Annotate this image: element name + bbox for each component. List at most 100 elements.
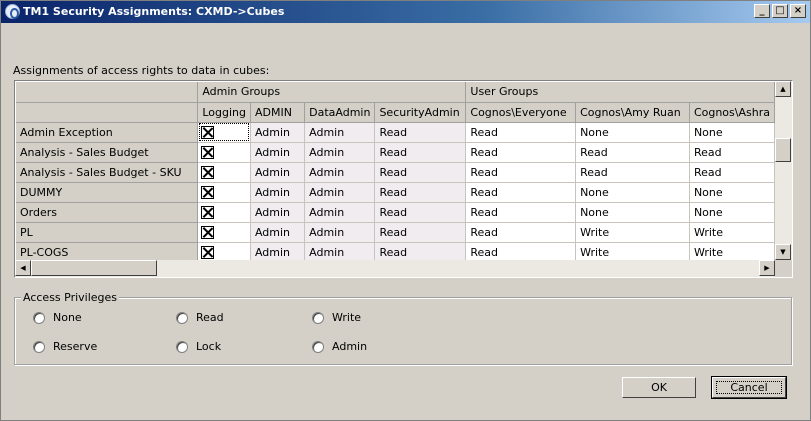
grid-cell[interactable]: Admin — [304, 222, 376, 243]
cancel-button[interactable]: Cancel — [711, 376, 787, 399]
grid-cell[interactable]: Read — [465, 242, 577, 260]
user-groups-header: User Groups — [465, 82, 775, 103]
grid-cell[interactable]: Read — [465, 182, 577, 203]
maximize-button[interactable]: □ — [772, 4, 788, 18]
column-header[interactable]: SecurityAdmin — [374, 102, 467, 123]
logging-cell[interactable] — [197, 202, 251, 223]
row-header[interactable]: Analysis - Sales Budget — [16, 142, 199, 163]
scroll-left-icon[interactable]: ◀ — [15, 260, 31, 276]
grid-cell[interactable]: None — [575, 122, 690, 143]
column-header[interactable]: Cognos\Everyone — [465, 102, 577, 123]
horizontal-scrollbar[interactable]: ◀ ▶ — [15, 260, 775, 277]
row-header[interactable]: PL — [16, 222, 199, 243]
row-header[interactable]: Orders — [16, 202, 199, 223]
access-privileges-group — [14, 297, 792, 365]
assignments-grid[interactable]: Admin Groups User Groups Logging ADMIN Dat… — [14, 80, 793, 278]
grid-cell[interactable]: Admin — [304, 202, 376, 223]
tm1-app-icon — [5, 4, 20, 19]
grid-cell[interactable]: Read — [689, 162, 775, 183]
radio-dot-icon — [312, 311, 324, 324]
title-bar[interactable]: TM1 Security Assignments: CXMD->Cubes _ … — [1, 1, 810, 23]
admin-groups-header: Admin Groups — [197, 82, 467, 103]
grid-cell[interactable]: Admin — [250, 182, 306, 203]
close-button[interactable]: × — [790, 4, 806, 18]
grid-cell[interactable]: Read — [374, 162, 467, 183]
column-header[interactable]: DataAdmin — [304, 102, 376, 123]
grid-cell[interactable]: Admin — [250, 142, 306, 163]
grid-cell[interactable]: Read — [374, 182, 467, 203]
scroll-up-icon[interactable]: ▲ — [775, 81, 791, 97]
column-header[interactable]: Cognos\Amy Ruan — [575, 102, 690, 123]
grid-cell[interactable]: Read — [689, 142, 775, 163]
grid-cell[interactable]: Read — [575, 162, 690, 183]
grid-cell[interactable]: Admin — [250, 242, 306, 260]
ok-button[interactable]: OK — [622, 377, 696, 398]
grid-cell[interactable]: None — [575, 202, 690, 223]
grid-cell[interactable]: Admin — [250, 162, 306, 183]
grid-cell[interactable]: Write — [575, 242, 690, 260]
row-header[interactable]: Admin Exception — [16, 122, 199, 143]
grid-cell[interactable]: Admin — [304, 122, 376, 143]
logging-checkbox-icon[interactable] — [201, 145, 215, 159]
scroll-down-icon[interactable]: ▼ — [775, 244, 791, 260]
radio-reserve[interactable]: Reserve — [33, 340, 97, 353]
grid-cell[interactable]: None — [689, 182, 775, 203]
vertical-scrollbar[interactable]: ▲ ▼ — [775, 81, 792, 260]
radio-lock[interactable]: Lock — [176, 340, 221, 353]
radio-write[interactable]: Write — [312, 311, 361, 324]
grid-cell[interactable]: Admin — [250, 202, 306, 223]
grid-cell[interactable]: Admin — [304, 242, 376, 260]
grid-cell[interactable]: Read — [374, 122, 467, 143]
grid-cell[interactable]: Admin — [304, 142, 376, 163]
logging-cell[interactable] — [197, 222, 251, 243]
logging-checkbox-icon[interactable] — [201, 245, 215, 259]
grid-cell[interactable]: Write — [689, 222, 775, 243]
grid-cell[interactable]: Admin — [250, 122, 306, 143]
column-header[interactable]: Logging — [197, 102, 251, 123]
logging-checkbox-icon[interactable] — [201, 165, 215, 179]
row-header[interactable]: DUMMY — [16, 182, 199, 203]
grid-cell[interactable]: Read — [465, 222, 577, 243]
scroll-right-icon[interactable]: ▶ — [759, 260, 775, 276]
grid-cell[interactable]: None — [689, 122, 775, 143]
logging-checkbox-icon[interactable] — [201, 225, 215, 239]
grid-cell[interactable]: Read — [374, 222, 467, 243]
radio-read[interactable]: Read — [176, 311, 224, 324]
grid-cell[interactable]: Admin — [304, 182, 376, 203]
grid-cell[interactable]: Read — [374, 142, 467, 163]
logging-cell[interactable] — [197, 182, 251, 203]
grid-cell[interactable]: Admin — [250, 222, 306, 243]
grid-cell[interactable]: Write — [689, 242, 775, 260]
window-title: TM1 Security Assignments: CXMD->Cubes — [23, 5, 285, 18]
grid-cell[interactable]: Admin — [304, 162, 376, 183]
radio-dot-icon — [176, 311, 188, 324]
minimize-button[interactable]: _ — [754, 4, 770, 18]
scrollbar-corner — [775, 260, 792, 277]
logging-cell[interactable] — [197, 242, 251, 260]
logging-checkbox-icon[interactable] — [201, 125, 215, 139]
logging-checkbox-icon[interactable] — [201, 185, 215, 199]
logging-cell[interactable] — [197, 122, 251, 143]
vertical-scroll-thumb[interactable] — [775, 138, 791, 162]
radio-admin[interactable]: Admin — [312, 340, 367, 353]
grid-cell[interactable]: Read — [374, 202, 467, 223]
logging-checkbox-icon[interactable] — [201, 205, 215, 219]
column-header[interactable]: Cognos\Ashra — [689, 102, 775, 123]
grid-cell[interactable]: Read — [465, 122, 577, 143]
grid-cell[interactable]: None — [689, 202, 775, 223]
horizontal-scroll-thumb[interactable] — [31, 260, 157, 276]
grid-cell[interactable]: None — [575, 182, 690, 203]
row-header[interactable]: PL-COGS — [16, 242, 199, 260]
radio-dot-icon — [33, 340, 45, 353]
radio-none[interactable]: None — [33, 311, 82, 324]
grid-cell[interactable]: Read — [465, 162, 577, 183]
grid-cell[interactable]: Read — [374, 242, 467, 260]
grid-cell[interactable]: Write — [575, 222, 690, 243]
column-header[interactable]: ADMIN — [250, 102, 306, 123]
row-header[interactable]: Analysis - Sales Budget - SKU — [16, 162, 199, 183]
grid-cell[interactable]: Read — [465, 202, 577, 223]
grid-cell[interactable]: Read — [465, 142, 577, 163]
grid-cell[interactable]: Read — [575, 142, 690, 163]
logging-cell[interactable] — [197, 162, 251, 183]
logging-cell[interactable] — [197, 142, 251, 163]
